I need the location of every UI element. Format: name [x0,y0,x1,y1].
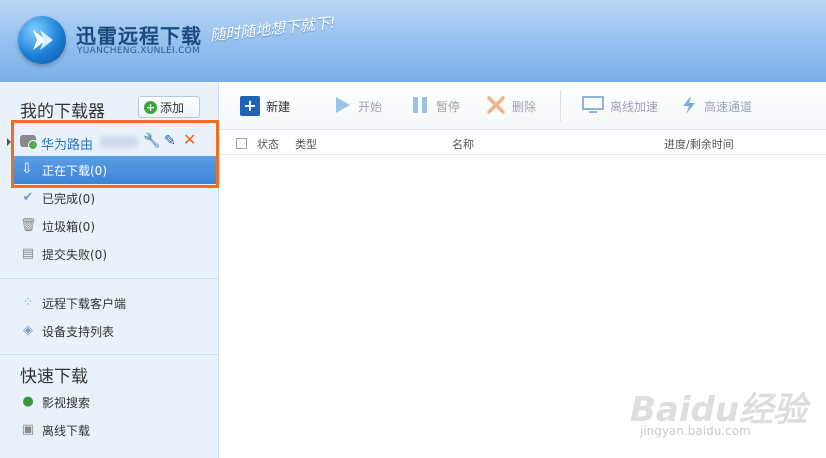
toolbar: + 新建 开始 暂停 删除 离线加速 高速通道 [220,82,826,130]
sidebar-item-failed[interactable]: ▤ 提交失败(0) [20,244,107,264]
task-table-header: 状态 类型 名称 进度/剩余时间 [220,131,826,155]
delete-button-label: 删除 [512,99,537,114]
select-all-checkbox[interactable] [236,138,247,149]
sidebar-item-label: 垃圾箱(0) [42,219,95,234]
app-header: 迅雷远程下载 YUANCHENG.XUNLEI.COM 随时随地想下就下! [0,0,826,82]
lightning-icon [680,95,698,118]
sidebar-divider [0,278,219,279]
trash-icon: 🗑 [20,218,37,233]
plus-icon: + [240,96,260,116]
add-device-button[interactable]: + 添加 [138,96,200,118]
sidebar-item-label: 影视搜索 [42,395,91,410]
xunlei-logo-icon [18,16,66,64]
document-icon: ▤ [21,246,35,261]
start-button-label: 开始 [358,99,383,114]
app-title: 迅雷远程下载 [76,24,202,48]
offline-accelerate-button[interactable]: 离线加速 [582,94,658,118]
baidu-watermark-url: jingyan.baidu.com [640,424,751,438]
globe-icon: ● [22,394,34,409]
client-icon: ⁘ [22,295,34,310]
app-slogan: 随时随地想下就下! [209,13,337,45]
sidebar-item-trash[interactable]: 🗑 垃圾箱(0) [20,216,95,236]
plus-icon: + [144,100,157,114]
sidebar-divider [0,354,219,355]
wrench-icon[interactable]: 🔧 [143,133,160,149]
expand-arrow-icon[interactable] [7,138,11,146]
device-id-redacted [100,136,138,148]
pause-button-label: 暂停 [436,99,461,114]
monitor-icon [582,95,604,118]
play-icon [332,95,352,118]
sidebar-item-label: 远程下载客户端 [42,296,127,311]
new-button[interactable]: + 新建 [240,94,290,118]
download-arrow-icon: ⇩ [21,161,33,177]
app-subtitle: YUANCHENG.XUNLEI.COM [77,46,201,56]
layers-icon: ◈ [23,323,33,338]
sidebar-item-label: 正在下载(0) [42,164,107,178]
router-icon [20,135,38,150]
fast-channel-button[interactable]: 高速通道 [680,94,752,118]
start-button[interactable]: 开始 [332,94,382,118]
sidebar-item-completed[interactable]: ✔ 已完成(0) [20,188,95,208]
pause-button[interactable]: 暂停 [410,94,460,118]
sidebar-item-video-search[interactable]: ● 影视搜索 [20,392,90,412]
sidebar-item-label: 设备支持列表 [42,324,115,339]
fast-channel-label: 高速通道 [704,99,753,114]
device-name: 华为路由 [41,138,94,153]
column-progress[interactable]: 进度/剩余时间 [664,136,734,152]
toolbar-separator [560,90,561,122]
sidebar-item-offline[interactable]: ▣ 离线下载 [20,420,90,440]
sidebar: 我的下载器 + 添加 华为路由 🔧 ✎ ✕ ⇩ 正在下载(0) ✔ 已完成(0)… [0,82,219,458]
sidebar-item-downloading[interactable]: ⇩ 正在下载(0) [12,156,218,184]
pause-icon [410,95,430,118]
add-device-label: 添加 [160,100,185,115]
check-icon: ✔ [22,190,34,205]
sidebar-item-client[interactable]: ⁘ 远程下载客户端 [20,293,126,313]
offline-accelerate-label: 离线加速 [610,99,659,114]
sidebar-item-device-list[interactable]: ◈ 设备支持列表 [20,321,114,341]
delete-icon [486,95,506,118]
sidebar-title: 我的下载器 [20,102,105,122]
sidebar-item-label: 已完成(0) [42,191,95,206]
device-item[interactable]: 华为路由 🔧 ✎ ✕ [0,128,219,156]
quick-download-title: 快速下载 [20,367,88,387]
sidebar-item-label: 离线下载 [42,423,91,438]
column-status[interactable]: 状态 [257,136,279,152]
pencil-icon[interactable]: ✎ [164,133,176,149]
close-icon[interactable]: ✕ [183,130,196,149]
new-button-label: 新建 [266,99,291,114]
delete-button[interactable]: 删除 [486,94,536,118]
column-name[interactable]: 名称 [452,136,474,152]
monitor-icon: ▣ [21,422,35,437]
sidebar-item-label: 提交失败(0) [42,247,107,262]
column-type[interactable]: 类型 [295,136,317,152]
